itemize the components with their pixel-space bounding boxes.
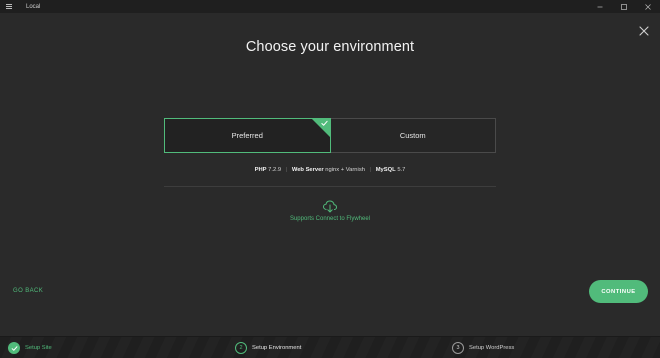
step-label: Setup Environment [252,345,302,351]
preferred-option-label: Preferred [231,131,263,140]
step-label: Setup WordPress [469,345,515,351]
preferred-option[interactable]: Preferred [164,118,331,153]
go-back-link[interactable]: GO BACK [13,288,43,294]
php-version: 7.2.9 [268,167,282,173]
check-icon [8,342,20,354]
custom-option[interactable]: Custom [330,118,496,153]
setup-steps: Setup Site 2 Setup Environment 3 Setup W… [0,336,660,358]
close-icon[interactable] [639,26,649,36]
divider [164,186,496,187]
minimize-icon[interactable] [588,0,612,13]
environment-toggle: Preferred Custom [164,118,496,153]
window-controls [588,0,660,13]
title-bar: Local [0,0,660,13]
continue-button[interactable]: CONTINUE [589,280,648,303]
step-number: 3 [452,342,464,354]
maximize-icon[interactable] [612,0,636,13]
step-setup-environment: 2 Setup Environment [235,340,301,356]
web-server-value: nginx + Varnish [325,167,365,173]
step-setup-wordpress: 3 Setup WordPress [452,340,514,356]
environment-specs: PHP 7.2.9 | Web Server nginx + Varnish |… [254,167,406,173]
mysql-version: 5.7 [397,167,406,173]
step-number: 2 [235,342,247,354]
app-title: Local [26,3,41,10]
step-label: Setup Site [25,345,52,351]
step-setup-site: Setup Site [8,340,52,356]
hamburger-icon[interactable] [2,0,16,13]
connect-flywheel-text: Supports Connect to Flywheel [289,216,371,222]
web-server-label: Web Server [291,167,324,173]
page-title: Choose your environment [245,39,415,55]
mysql-label: MySQL [375,167,396,173]
check-icon [320,120,328,126]
custom-option-label: Custom [399,131,426,140]
cloud-download-icon [322,200,338,213]
close-icon[interactable] [636,0,660,13]
php-label: PHP [254,167,267,173]
main-panel: Choose your environment [0,13,660,336]
